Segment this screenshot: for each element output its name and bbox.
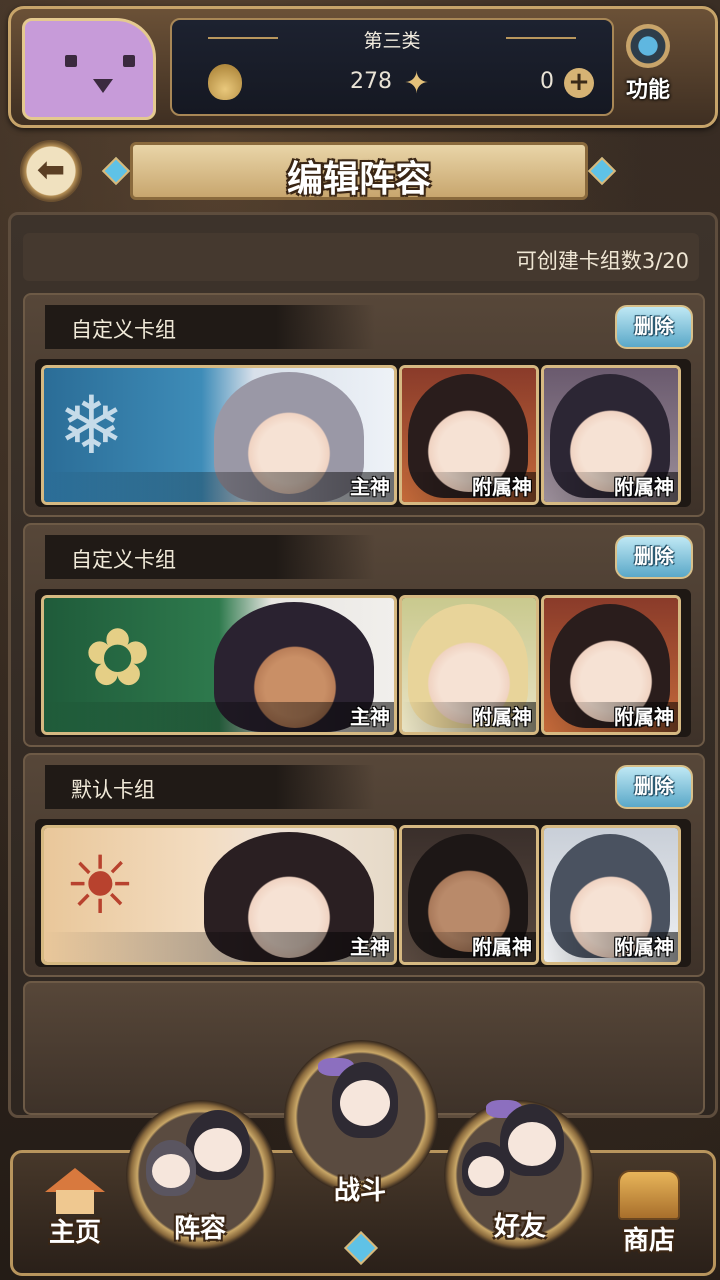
delete-button[interactable]: 删除: [615, 535, 693, 579]
deck-name: 自定义卡组: [71, 548, 176, 572]
main-god-label: 主神: [350, 935, 390, 959]
currency1-value: 278: [350, 69, 392, 94]
deck-name: 默认卡组: [71, 778, 155, 802]
sub-god-label: 附属神: [472, 475, 532, 499]
sub-god-label: 附属神: [472, 705, 532, 729]
deck-name: 自定义卡组: [71, 318, 176, 342]
nav-lineup[interactable]: 阵容: [150, 1208, 250, 1245]
chibi-face: [508, 1122, 556, 1166]
resource-panel: 第三类 278 ✦ 0 +: [170, 18, 614, 116]
sub-god-label: 附属神: [614, 475, 674, 499]
deck-item[interactable]: 自定义卡组 删除 ❄ 主神 附属神 附属神: [23, 293, 705, 517]
house-icon: [45, 1168, 105, 1214]
nav-friends-label: 好友: [493, 1212, 546, 1242]
card-row: ❄ 主神 附属神 附属神: [35, 359, 691, 507]
label-shade: [44, 472, 394, 502]
chibi-face: [340, 1080, 390, 1126]
chapter-title: 第三类: [363, 30, 421, 52]
back-button[interactable]: ⬅: [20, 140, 82, 202]
sub-god-label: 附属神: [472, 935, 532, 959]
resource-bar: 278 ✦ 0 +: [208, 64, 594, 102]
nav-friends[interactable]: 好友: [470, 1206, 570, 1243]
back-arrow-icon: ⬅: [36, 150, 66, 190]
avatar-beak: [93, 79, 113, 93]
nav-lineup-label: 阵容: [173, 1214, 226, 1244]
currency2-value: 0: [540, 69, 554, 94]
main-god-label: 主神: [350, 475, 390, 499]
deck-list-panel: 可创建卡组数3/20 自定义卡组 删除 ❄ 主神 附属神 附属神 自定义卡组 删…: [8, 212, 718, 1118]
main-god-label: 主神: [350, 705, 390, 729]
chibi-face: [152, 1154, 190, 1188]
delete-button[interactable]: 删除: [615, 305, 693, 349]
sub-god-label: 附属神: [614, 705, 674, 729]
deck-count-text: 可创建卡组数3/20: [515, 249, 689, 273]
deck-name-bar: 默认卡组: [45, 765, 375, 809]
flame-spirit-icon: [208, 64, 242, 100]
deck-name-bar: 自定义卡组: [45, 535, 375, 579]
nav-battle[interactable]: 战斗: [310, 1170, 410, 1207]
nav-home[interactable]: 主页: [30, 1168, 120, 1249]
deck-item[interactable]: 默认卡组 删除 ☀ 主神 附属神 附属神: [23, 753, 705, 977]
butterfly-icon: ✦: [404, 66, 430, 101]
sub-god-label: 附属神: [614, 935, 674, 959]
treasure-chest-icon: [618, 1170, 680, 1220]
sub-god-card[interactable]: 附属神: [541, 825, 681, 965]
gear-icon: [626, 24, 670, 68]
sub-god-card[interactable]: 附属神: [541, 595, 681, 735]
main-god-card[interactable]: ❄ 主神: [41, 365, 397, 505]
sun-emblem-icon: ☀: [64, 839, 136, 932]
deck-count-bar: 可创建卡组数3/20: [23, 233, 699, 281]
lotus-emblem-icon: ✿: [84, 611, 152, 704]
function-button[interactable]: 功能: [610, 22, 686, 112]
main-god-card[interactable]: ☀ 主神: [41, 825, 397, 965]
divider: [506, 37, 576, 39]
add-currency-button[interactable]: +: [564, 68, 594, 98]
avatar-eye: [65, 55, 77, 67]
deck-name-bar: 自定义卡组: [45, 305, 375, 349]
house-roof: [45, 1168, 105, 1192]
player-avatar[interactable]: [22, 18, 156, 120]
nav-home-label: 主页: [48, 1218, 101, 1248]
label-shade: [44, 702, 394, 732]
label-shade: [44, 932, 394, 962]
deck-item[interactable]: 自定义卡组 删除 ✿ 主神 附属神 附属神: [23, 523, 705, 747]
page-title: 编辑阵容: [286, 159, 431, 200]
function-label: 功能: [625, 78, 670, 103]
sub-god-card[interactable]: 附属神: [399, 595, 539, 735]
title-plate: 编辑阵容: [94, 136, 624, 206]
nav-shop-label: 商店: [622, 1226, 675, 1256]
chibi-face: [194, 1128, 242, 1172]
sub-god-card[interactable]: 附属神: [541, 365, 681, 505]
chibi-face: [468, 1156, 504, 1188]
house-wall: [56, 1190, 94, 1214]
nav-shop[interactable]: 商店: [604, 1170, 694, 1257]
nav-battle-label: 战斗: [333, 1176, 386, 1206]
snowflake-emblem-icon: ❄: [58, 379, 126, 472]
sub-god-card[interactable]: 附属神: [399, 825, 539, 965]
card-row: ✿ 主神 附属神 附属神: [35, 589, 691, 737]
sub-god-card[interactable]: 附属神: [399, 365, 539, 505]
delete-button[interactable]: 删除: [615, 765, 693, 809]
main-god-card[interactable]: ✿ 主神: [41, 595, 397, 735]
avatar-eye: [123, 55, 135, 67]
card-row: ☀ 主神 附属神 附属神: [35, 819, 691, 967]
